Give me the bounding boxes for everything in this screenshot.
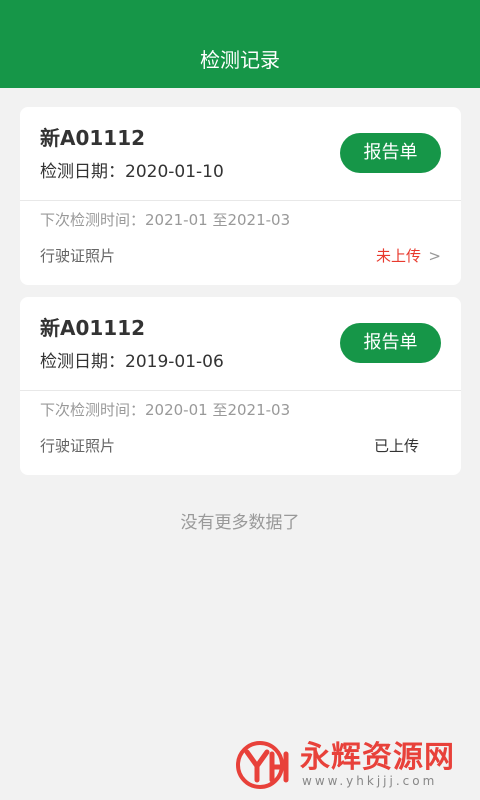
record-card: 新A01112 检测日期：2019-01-06 报告单 下次检测时间：2020-… [20, 297, 461, 475]
next-inspection-time: 下次检测时间：2020-01 至2021-03 [40, 401, 291, 419]
report-button[interactable]: 报告单 [340, 133, 441, 173]
watermark: 永辉资源网 www.yhkjjj.com [234, 740, 470, 790]
app-header: 检测记录 [0, 0, 480, 88]
upload-status: 已上传 [373, 437, 419, 455]
watermark-logo-icon [236, 741, 289, 789]
watermark-name: 永辉资源网 [300, 740, 455, 775]
page-title: 检测记录 [200, 48, 280, 72]
chevron-right-icon[interactable]: > [428, 245, 441, 267]
license-photo-label: 行驶证照片 [40, 437, 116, 455]
plate-number: 新A01112 [40, 126, 146, 150]
plate-number: 新A01112 [40, 316, 146, 340]
divider [20, 200, 461, 201]
no-more-data-text: 没有更多数据了 [180, 513, 300, 533]
inspection-date: 检测日期：2019-01-06 [40, 352, 224, 372]
divider [20, 390, 461, 391]
license-photo-label[interactable]: 行驶证照片 [40, 245, 115, 267]
next-inspection-time: 下次检测时间：2021-01 至2021-03 [40, 211, 291, 229]
upload-status[interactable]: 未上传 [376, 245, 421, 267]
inspection-date: 检测日期：2020-01-10 [40, 162, 224, 182]
report-button[interactable]: 报告单 [340, 323, 441, 363]
watermark-url: www.yhkjjj.com [302, 774, 438, 788]
record-card: 新A01112 检测日期：2020-01-10 报告单 下次检测时间：2021-… [20, 107, 461, 285]
